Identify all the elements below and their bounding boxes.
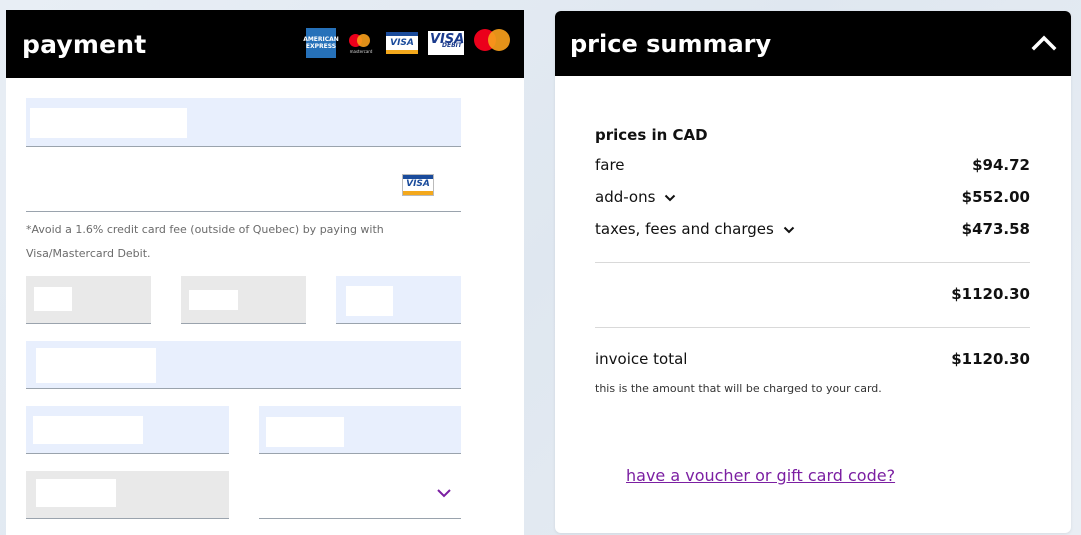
add-ons-row[interactable]: add-ons $552.00: [595, 188, 1030, 206]
billing-address-field[interactable]: [26, 341, 461, 389]
chevron-down-icon[interactable]: [436, 485, 452, 501]
price-summary-header[interactable]: price summary: [555, 11, 1071, 76]
divider: [595, 262, 1030, 263]
country-field[interactable]: [26, 471, 229, 519]
province-select[interactable]: [259, 471, 461, 519]
city-field[interactable]: [26, 406, 229, 454]
fare-row: fare $94.72: [595, 156, 1030, 174]
redacted-value: [33, 416, 143, 444]
mastercard-debit-logo: [474, 29, 510, 57]
visa-logo: VISA: [386, 32, 418, 54]
redacted-value: [266, 417, 344, 447]
accepted-cards: AMERICAN EXPRESS mastercard VISA VISA DE…: [296, 28, 510, 58]
payment-header: payment AMERICAN EXPRESS mastercard VISA…: [6, 10, 524, 78]
visa-debit-caption: DEBIT: [442, 42, 462, 49]
taxes-toggle[interactable]: taxes, fees and charges: [595, 220, 795, 238]
taxes-label: taxes, fees and charges: [595, 220, 774, 238]
charge-note: this is the amount that will be charged …: [595, 382, 882, 395]
visa-card-icon-text: VISA: [406, 179, 430, 189]
cvv-field[interactable]: [336, 276, 461, 324]
invoice-total-label: invoice total: [595, 350, 688, 368]
redacted-value: [34, 287, 72, 311]
mastercard-caption: mastercard: [349, 49, 373, 54]
expiry-month-field[interactable]: [26, 276, 151, 324]
credit-card-fee-note: *Avoid a 1.6% credit card fee (outside o…: [26, 223, 384, 260]
redacted-value: [30, 108, 187, 138]
subtotal-amount: $1120.30: [951, 285, 1030, 303]
mastercard-logo: mastercard: [346, 32, 376, 54]
add-ons-label: add-ons: [595, 188, 656, 206]
price-summary-panel: price summary prices in CAD fare $94.72 …: [555, 11, 1071, 533]
redacted-value: [189, 290, 238, 310]
postal-code-field[interactable]: [259, 406, 461, 454]
visa-debit-logo: VISA DEBIT: [428, 31, 464, 55]
chevron-down-icon[interactable]: [783, 225, 795, 235]
taxes-row[interactable]: taxes, fees and charges $473.58: [595, 220, 1030, 238]
payment-panel: payment AMERICAN EXPRESS mastercard VISA…: [6, 10, 524, 535]
taxes-amount: $473.58: [961, 220, 1030, 238]
card-number-field[interactable]: [26, 162, 461, 212]
invoice-total-amount: $1120.30: [951, 350, 1030, 368]
visa-card-icon: VISA: [402, 174, 434, 196]
fare-amount: $94.72: [972, 156, 1030, 174]
divider: [595, 327, 1030, 328]
price-summary-title: price summary: [570, 29, 772, 58]
chevron-down-icon[interactable]: [664, 193, 676, 203]
redacted-value: [346, 286, 393, 316]
payment-title: payment: [22, 29, 147, 59]
add-ons-amount: $552.00: [961, 188, 1030, 206]
fare-label: fare: [595, 156, 625, 174]
amex-logo: AMERICAN EXPRESS: [303, 28, 339, 58]
chevron-up-icon[interactable]: [1031, 33, 1057, 53]
subtotal-row: $1120.30: [595, 285, 1030, 303]
voucher-link[interactable]: have a voucher or gift card code?: [626, 466, 895, 485]
invoice-total-row: invoice total $1120.30: [595, 350, 1030, 368]
add-ons-toggle[interactable]: add-ons: [595, 188, 676, 206]
redacted-value: [36, 348, 156, 383]
cardholder-name-field[interactable]: [26, 98, 461, 147]
currency-label: prices in CAD: [595, 126, 708, 144]
expiry-year-field[interactable]: [181, 276, 306, 324]
redacted-value: [36, 479, 116, 507]
